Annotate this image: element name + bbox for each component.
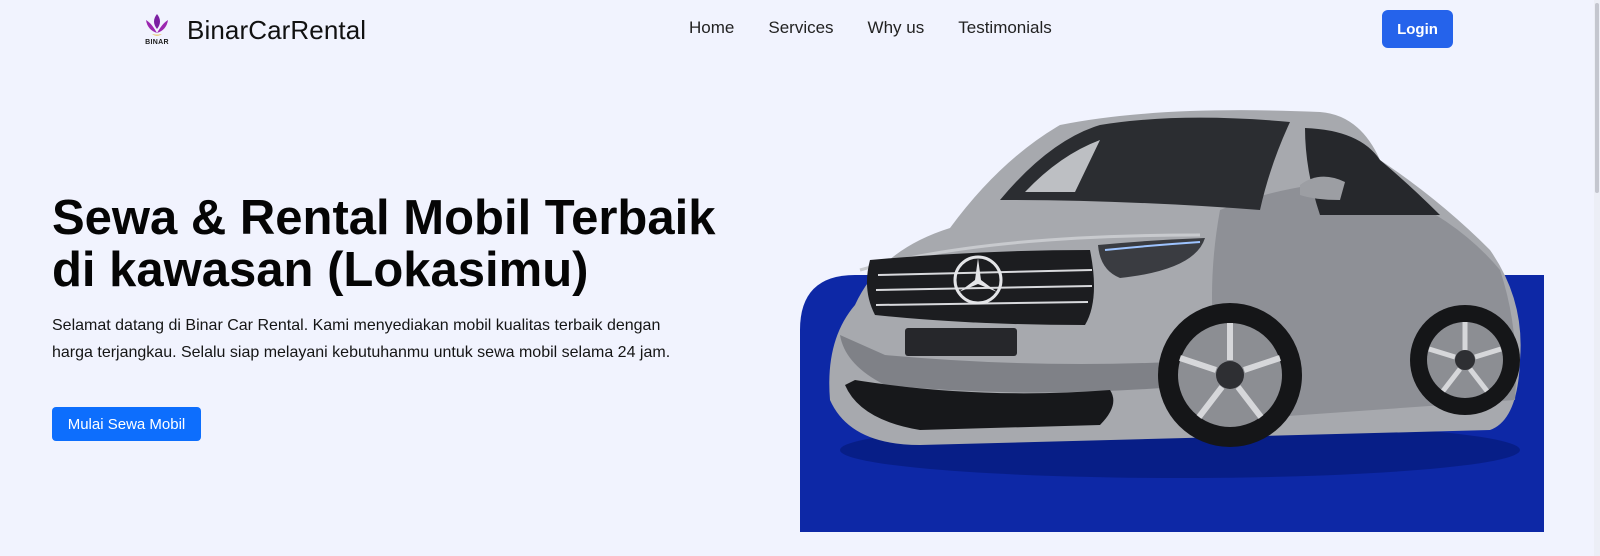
car-plate [905, 328, 1017, 356]
hero-title: Sewa & Rental Mobil Terbaik di kawasan (… [52, 192, 772, 296]
hero-description-line-1: Selamat datang di Binar Car Rental. Kami… [52, 317, 661, 334]
binar-logo-icon: BINAR [143, 11, 171, 49]
scrollbar-thumb[interactable] [1595, 3, 1599, 193]
car-image-icon [800, 110, 1544, 532]
hero-title-line-1: Sewa & Rental Mobil Terbaik [52, 191, 716, 245]
navbar: BINAR BinarCarRental Home Services Why u… [0, 0, 1600, 60]
hero-description: Selamat datang di Binar Car Rental. Kami… [52, 312, 752, 366]
page-scrollbar[interactable] [1594, 0, 1600, 556]
start-rental-button[interactable]: Mulai Sewa Mobil [52, 407, 201, 441]
nav-link-why-us[interactable]: Why us [868, 18, 925, 38]
nav-link-testimonials[interactable]: Testimonials [958, 18, 1052, 38]
logo-text: BINAR [145, 39, 169, 46]
login-button[interactable]: Login [1382, 10, 1453, 48]
hero-title-line-2: di kawasan (Lokasimu) [52, 243, 589, 297]
nav-links: Home Services Why us Testimonials [689, 18, 1052, 38]
car-visual [800, 100, 1560, 540]
nav-link-services[interactable]: Services [768, 18, 833, 38]
brand[interactable]: BINAR BinarCarRental [143, 10, 366, 50]
brand-name: BinarCarRental [187, 14, 367, 45]
hero-description-line-2: harga terjangkau. Selalu siap melayani k… [52, 344, 671, 361]
nav-link-home[interactable]: Home [689, 18, 734, 38]
car-side-window [1305, 128, 1440, 215]
car-windshield [1000, 117, 1290, 210]
